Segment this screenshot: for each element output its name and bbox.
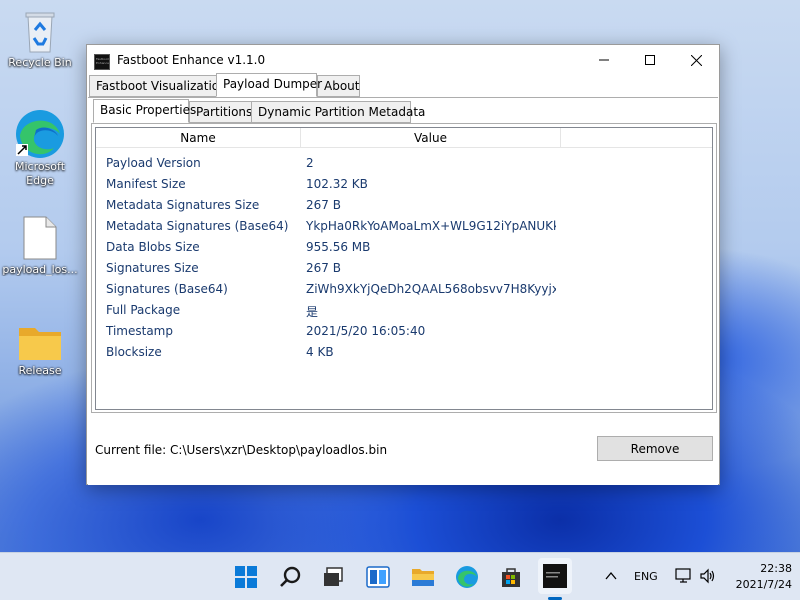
maximize-button[interactable] [627, 45, 673, 75]
network-icon [675, 568, 691, 583]
app-window: Fastboot Enhance Fastboot Enhance v1.1.0 … [86, 44, 720, 485]
minimize-button[interactable] [581, 45, 627, 75]
list-item[interactable]: Signatures (Base64) ZiWh9XkYjQeDh2QAAL56… [96, 278, 712, 299]
desktop-icon-release-folder[interactable]: Release [0, 322, 80, 377]
column-header-filler [561, 128, 712, 148]
list-item[interactable]: Data Blobs Size 955.56 MB [96, 236, 712, 257]
tab-payload-dumper[interactable]: Payload Dumper [216, 73, 322, 97]
clock[interactable]: 22:38 2021/7/24 [722, 561, 792, 593]
property-name: Signatures Size [106, 261, 199, 275]
folder-icon [412, 569, 434, 586]
remove-button[interactable]: Remove [597, 436, 713, 461]
desktop-icon-label: Microsoft Edge [14, 160, 66, 187]
windows-start-icon [235, 566, 257, 588]
tab-dynamic-partition-metadata[interactable]: Dynamic Partition Metadata [251, 101, 425, 123]
file-icon [23, 216, 57, 260]
clock-date: 2021/7/24 [735, 578, 792, 591]
property-name: Payload Version [106, 156, 201, 170]
network-icon-button[interactable] [675, 568, 693, 587]
property-value: 4 KB [306, 345, 334, 359]
basic-properties-panel: Name Value Payload Version 2 Manifest Si… [91, 123, 717, 413]
property-name: Timestamp [106, 324, 173, 338]
list-item[interactable]: Manifest Size 102.32 KB [96, 173, 712, 194]
task-view-icon [324, 567, 343, 586]
property-name: Blocksize [106, 345, 162, 359]
desktop-icon-label: Release [18, 364, 62, 377]
tab-about[interactable]: About [317, 75, 360, 97]
sub-tab-strip: Basic Properties Partitions Dynamic Part… [91, 99, 715, 123]
store-icon [502, 568, 520, 587]
title-bar[interactable]: Fastboot Enhance Fastboot Enhance v1.1.0 [87, 45, 719, 77]
chevron-up-icon [605, 571, 617, 580]
list-item[interactable]: Full Package 是 [96, 299, 712, 320]
list-item[interactable]: Payload Version 2 [96, 152, 712, 173]
property-value: ZiWh9XkYjQeDh2QAAL568obsvv7H8KyyjxjU9tF [306, 282, 556, 296]
widgets-icon [366, 566, 390, 588]
property-name: Full Package [106, 303, 181, 317]
minimize-icon [599, 59, 609, 61]
property-value: 2 [306, 156, 314, 170]
tab-basic-properties[interactable]: Basic Properties [93, 99, 196, 123]
property-name: Manifest Size [106, 177, 186, 191]
desktop-icon-payload-file[interactable]: payload_los... [0, 215, 80, 276]
column-header-name[interactable]: Name [96, 128, 301, 148]
property-value: 2021/5/20 16:05:40 [306, 324, 426, 338]
language-indicator[interactable]: ENG [634, 570, 658, 583]
window-title: Fastboot Enhance v1.1.0 [117, 53, 266, 67]
tab-partitions[interactable]: Partitions [189, 101, 252, 123]
current-file-label: Current file: C:\Users\xzr\Desktop\paylo… [95, 443, 388, 457]
widgets-button[interactable] [362, 561, 394, 593]
column-header-value[interactable]: Value [301, 128, 561, 148]
start-button[interactable] [230, 561, 262, 593]
desktop-icon-label: payload_los... [2, 263, 78, 276]
show-hidden-icons-button[interactable] [604, 569, 618, 586]
list-item[interactable]: Signatures Size 267 B [96, 257, 712, 278]
properties-list[interactable]: Name Value Payload Version 2 Manifest Si… [95, 127, 713, 410]
maximize-icon [645, 55, 655, 65]
list-header: Name Value [96, 128, 712, 148]
payload-dumper-panel: Basic Properties Partitions Dynamic Part… [88, 97, 718, 485]
tab-fastboot-visualization[interactable]: Fastboot Visualization [89, 75, 227, 97]
search-button[interactable] [275, 561, 307, 593]
property-name: Metadata Signatures Size [106, 198, 260, 212]
clock-time: 22:38 [760, 562, 792, 575]
fastboot-enhance-taskbar-button[interactable] [538, 558, 572, 594]
main-tab-strip: Fastboot Visualization Payload Dumper Ab… [87, 73, 719, 97]
property-value: 267 B [306, 198, 341, 212]
volume-icon [700, 568, 715, 584]
desktop-icon-edge[interactable]: Microsoft Edge [0, 108, 80, 188]
list-item[interactable]: Blocksize 4 KB [96, 341, 712, 362]
close-icon [690, 54, 702, 66]
search-icon [280, 566, 301, 587]
file-explorer-button[interactable] [407, 561, 439, 593]
property-value: 是 [306, 305, 319, 319]
property-value: 102.32 KB [306, 177, 368, 191]
desktop-icon-recycle-bin[interactable]: Recycle Bin [0, 8, 80, 69]
close-button[interactable] [673, 45, 719, 75]
property-name: Data Blobs Size [106, 240, 200, 254]
list-item[interactable]: Timestamp 2021/5/20 16:05:40 [96, 320, 712, 341]
desktop-icon-label: Recycle Bin [8, 56, 72, 69]
property-value: 267 B [306, 261, 341, 275]
taskbar: ENG 22:38 2021/7/24 [0, 552, 800, 600]
edge-taskbar-button[interactable] [451, 561, 483, 593]
property-value: YkpHa0RkYoAMoaLmX+WL9G12iYpANUKk9juH [306, 219, 556, 233]
list-item[interactable]: Metadata Signatures (Base64) YkpHa0RkYoA… [96, 215, 712, 236]
recycle-bin-icon [25, 12, 55, 53]
property-value: 955.56 MB [306, 240, 371, 254]
list-item[interactable]: Metadata Signatures Size 267 B [96, 194, 712, 215]
task-view-button[interactable] [317, 561, 349, 593]
property-name: Metadata Signatures (Base64) [106, 219, 289, 233]
store-button[interactable] [495, 561, 527, 593]
folder-icon [19, 328, 61, 360]
fastboot-enhance-app-icon [543, 564, 567, 588]
volume-button[interactable] [699, 568, 717, 587]
edge-icon [16, 110, 64, 158]
property-name: Signatures (Base64) [106, 282, 228, 296]
edge-icon [456, 566, 478, 588]
app-icon: Fastboot Enhance [94, 54, 110, 70]
